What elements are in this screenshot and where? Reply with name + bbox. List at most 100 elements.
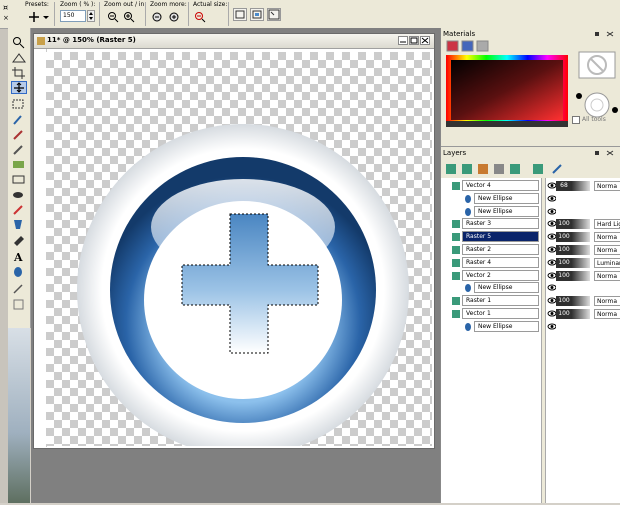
visibility-eye-icon[interactable] (547, 181, 556, 190)
visibility-eye-icon[interactable] (547, 194, 556, 203)
layer-row[interactable]: Raster 3 100 Hard Lig (441, 218, 620, 230)
selection-tool-icon[interactable] (11, 98, 27, 111)
fill-tool-icon[interactable] (11, 218, 27, 231)
layers-splitter[interactable] (541, 178, 546, 503)
layer-opacity[interactable]: 100 (556, 245, 572, 255)
layer-name[interactable]: Vector 1 (462, 308, 539, 319)
zoom-in-icon[interactable] (123, 11, 135, 23)
layer-name[interactable]: New Ellipse (474, 320, 539, 332)
layer-opacity[interactable]: 100 (556, 232, 572, 243)
layers-panel-controls[interactable] (593, 149, 619, 157)
zoom-more-in-icon[interactable] (168, 11, 180, 23)
visibility-eye-icon[interactable] (547, 309, 556, 318)
presets-button[interactable] (27, 10, 49, 24)
layer-name[interactable]: Raster 1 (462, 295, 539, 307)
visibility-eye-icon[interactable] (547, 283, 556, 292)
layer-row[interactable]: Raster 4 100 Luminanc (441, 256, 620, 269)
layer-row[interactable]: Vector 4 68 Norma (441, 180, 620, 192)
layer-name[interactable]: Raster 4 (462, 256, 539, 268)
document-titlebar[interactable]: 11* @ 150% (Raster 5) (34, 34, 434, 49)
opacity-slider[interactable] (572, 257, 590, 268)
color-spectrum[interactable] (446, 55, 568, 127)
visibility-eye-icon[interactable] (547, 258, 556, 267)
bucket-tool-icon[interactable] (11, 233, 27, 246)
all-tools-checkbox[interactable] (572, 116, 580, 124)
pan-tool-icon[interactable] (11, 128, 27, 141)
layer-name[interactable]: New Ellipse (474, 192, 539, 204)
blend-mode-select[interactable]: Norma (594, 296, 620, 307)
materials-panel-controls[interactable] (593, 30, 619, 38)
zoom-more-out-icon[interactable] (151, 11, 163, 23)
zoom-tool-icon[interactable] (11, 36, 27, 49)
visibility-eye-icon[interactable] (547, 219, 556, 228)
visibility-eye-icon[interactable] (547, 296, 556, 305)
opacity-slider[interactable] (572, 219, 590, 230)
layer-opacity[interactable]: 100 (556, 270, 572, 281)
blend-mode-select[interactable]: Norma (594, 245, 620, 255)
layer-opacity[interactable]: 100 (556, 257, 572, 268)
layer-name[interactable]: New Ellipse (474, 205, 539, 217)
blend-mode-select[interactable]: Norma (594, 270, 620, 281)
retouch-tool-icon[interactable] (11, 173, 27, 186)
layer-opacity[interactable]: 100 (556, 296, 572, 307)
pen-tool-icon[interactable] (11, 282, 27, 295)
object-selection-icon[interactable] (11, 298, 27, 311)
layer-opacity[interactable]: 100 (556, 309, 572, 319)
visibility-eye-icon[interactable] (547, 207, 556, 216)
visibility-eye-icon[interactable] (547, 271, 556, 280)
actual-size-icon[interactable] (194, 11, 206, 23)
visibility-eye-icon[interactable] (547, 245, 556, 254)
clone-tool-icon[interactable] (11, 158, 27, 171)
layer-row[interactable]: New Ellipse (441, 205, 619, 218)
zoom-out-icon[interactable] (107, 11, 119, 23)
image-canvas[interactable] (46, 52, 432, 446)
zoom-percent-input[interactable]: 150 (60, 10, 86, 22)
dropper-tool-icon[interactable] (11, 113, 27, 126)
crop-tool-icon[interactable] (11, 66, 27, 79)
fit-window-button[interactable] (233, 8, 247, 21)
blend-mode-select[interactable]: Norma (594, 309, 620, 319)
layer-row[interactable]: New Ellipse (441, 192, 619, 205)
eraser-tool-icon[interactable] (11, 188, 27, 201)
layer-name[interactable]: New Ellipse (474, 282, 539, 294)
visibility-eye-icon[interactable] (547, 322, 556, 331)
maximize-button[interactable] (409, 36, 419, 45)
layer-opacity[interactable]: 100 (556, 219, 572, 230)
layers-toolbar[interactable] (445, 162, 565, 176)
layer-row[interactable]: Raster 1 100 Norma (441, 295, 620, 307)
brush-tool-icon[interactable] (11, 143, 27, 156)
close-button[interactable] (420, 36, 430, 45)
preset-shape-icon[interactable] (11, 266, 27, 279)
layer-name[interactable]: Raster 5 (462, 231, 539, 243)
opacity-slider[interactable] (572, 181, 590, 191)
layer-row[interactable]: Raster 5 100 Norma (441, 231, 620, 243)
layer-name[interactable]: Vector 2 (462, 269, 539, 281)
blend-mode-select[interactable]: Norma (594, 232, 620, 243)
blend-mode-select[interactable]: Norma (594, 181, 620, 191)
grip-icon[interactable]: ¤ × (2, 2, 10, 24)
deform-tool-icon[interactable] (11, 52, 27, 65)
layer-row[interactable]: New Ellipse (441, 282, 619, 294)
blend-mode-select[interactable]: Hard Lig (594, 219, 620, 230)
opacity-slider[interactable] (572, 270, 590, 281)
layer-row[interactable]: Vector 2 100 Norma (441, 269, 620, 282)
layer-row[interactable]: New Ellipse (441, 320, 619, 333)
opacity-slider[interactable] (572, 309, 590, 319)
visibility-eye-icon[interactable] (547, 232, 556, 241)
opacity-slider[interactable] (572, 232, 590, 243)
opacity-slider[interactable] (572, 296, 590, 307)
blend-mode-select[interactable]: Luminanc (594, 257, 620, 268)
text-tool-icon[interactable]: A (11, 250, 27, 264)
foreground-background-swatches[interactable] (573, 50, 619, 120)
opacity-slider[interactable] (572, 245, 590, 255)
fit-screen-button[interactable] (267, 8, 281, 21)
layer-name[interactable]: Vector 4 (462, 180, 539, 191)
layer-name[interactable]: Raster 2 (462, 244, 539, 255)
materials-tabs[interactable] (446, 40, 490, 52)
layer-name[interactable]: Raster 3 (462, 218, 539, 230)
layer-row[interactable]: Vector 1 100 Norma (441, 308, 620, 320)
move-tool-icon[interactable] (11, 81, 27, 94)
zoom-spinner[interactable] (87, 10, 95, 22)
picture-tube-icon[interactable] (11, 203, 27, 216)
layer-opacity[interactable]: 68 (556, 181, 572, 191)
